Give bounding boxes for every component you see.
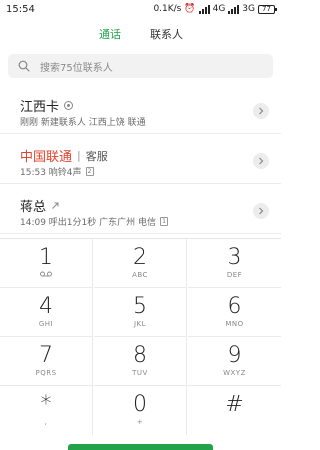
sim-icon (64, 101, 74, 110)
key-letters: TUV (132, 369, 148, 377)
key-digit: 1 (39, 245, 53, 270)
signal-icon-2 (228, 4, 240, 14)
call-detail-text: 15:53 响铃4声 (20, 168, 82, 178)
status-right: 0.1K/s ⏰ 4G 3G 77 (153, 4, 277, 14)
contact-tag: 客服 (85, 149, 108, 163)
contact-name-row: 中国联通 | 客服 (20, 146, 108, 165)
key-digit: 0 (133, 392, 147, 417)
network-speed: 0.1K/s (153, 4, 182, 14)
contact-name-row: 江西卡 (20, 96, 74, 115)
search-icon (18, 60, 30, 72)
details-chevron-icon[interactable] (253, 203, 269, 219)
key-digit: * (40, 392, 52, 417)
key-digit: 3 (227, 245, 242, 270)
tab-bar: 通话 联系人 (0, 26, 281, 46)
key-digit: 4 (39, 294, 53, 319)
key-8[interactable]: 8 TUV (94, 337, 187, 386)
key-hash[interactable]: # (188, 386, 281, 435)
key-6[interactable]: 6 MNO (188, 288, 281, 337)
status-bar: 15:54 0.1K/s ⏰ 4G 3G 77 (0, 0, 281, 20)
key-digit: 7 (39, 343, 53, 368)
key-5[interactable]: 5 JKL (94, 288, 187, 337)
key-digit: 2 (133, 245, 147, 270)
key-3[interactable]: 3 DEF (188, 239, 281, 288)
network-type-2: 3G (242, 4, 255, 14)
key-0[interactable]: 0 + (94, 386, 187, 435)
tab-contacts[interactable]: 联系人 (150, 26, 183, 42)
search-bar[interactable]: 搜索75位联系人 (8, 54, 273, 78)
call-detail: 刚刚 新建联系人 江西上饶 联通 (20, 115, 146, 128)
dial-keypad: 1 2 ABC 3 DEF 4 GHI 5 JKL 6 MNO 7 PQRS 8… (0, 238, 281, 435)
dial-button[interactable] (68, 444, 213, 450)
call-detail: 14:09 呼出1分1秒 广东广州 电信 1 (20, 215, 168, 228)
search-placeholder: 搜索75位联系人 (40, 63, 113, 74)
key-letters: ABC (132, 271, 148, 279)
key-1[interactable]: 1 (0, 239, 93, 288)
contact-name-row: 蒋总 (20, 196, 60, 215)
call-log-item[interactable]: 江西卡 刚刚 新建联系人 江西上饶 联通 (0, 88, 281, 134)
alarm-icon: ⏰ (184, 4, 196, 14)
details-chevron-icon[interactable] (253, 103, 269, 119)
key-letters: DEF (226, 271, 243, 279)
key-digit: 6 (227, 294, 242, 319)
tab-calls[interactable]: 通话 (99, 26, 121, 42)
key-digit: 8 (133, 343, 147, 368)
key-letters: MNO (225, 320, 244, 328)
contact-name: 中国联通 (20, 150, 73, 165)
details-chevron-icon[interactable] (253, 153, 269, 169)
key-star[interactable]: * , (0, 386, 93, 435)
voicemail-icon (0, 271, 92, 279)
call-detail-text: 14:09 呼出1分1秒 广东广州 电信 (20, 218, 156, 228)
network-type-1: 4G (212, 4, 226, 14)
contact-name: 江西卡 (20, 100, 60, 115)
outgoing-call-icon (52, 202, 59, 209)
call-detail: 15:53 响铃4声 2 (20, 165, 94, 178)
separator: | (77, 149, 81, 162)
key-letters: PQRS (35, 369, 57, 377)
key-letters: , (44, 418, 48, 426)
key-digit: 5 (133, 294, 147, 319)
call-log-item[interactable]: 蒋总 14:09 呼出1分1秒 广东广州 电信 1 (0, 188, 281, 234)
key-2[interactable]: 2 ABC (94, 239, 187, 288)
key-7[interactable]: 7 PQRS (0, 337, 93, 386)
key-letters: JKL (133, 320, 147, 328)
status-time: 15:54 (6, 4, 35, 15)
battery-icon: 77 (258, 4, 277, 14)
sim-slot-icon: 2 (85, 167, 94, 176)
sim-slot-icon: 1 (159, 217, 168, 226)
key-digit: # (225, 392, 244, 417)
call-detail-text: 刚刚 新建联系人 江西上饶 联通 (20, 118, 146, 128)
key-4[interactable]: 4 GHI (0, 288, 93, 337)
key-digit: 9 (227, 343, 242, 368)
contact-name: 蒋总 (20, 200, 47, 215)
call-log-item[interactable]: 中国联通 | 客服 15:53 响铃4声 2 (0, 138, 281, 184)
key-9[interactable]: 9 WXYZ (188, 337, 281, 386)
key-letters: + (136, 418, 144, 426)
key-letters: WXYZ (223, 369, 246, 377)
signal-icon (198, 4, 210, 14)
key-letters: GHI (38, 320, 54, 328)
